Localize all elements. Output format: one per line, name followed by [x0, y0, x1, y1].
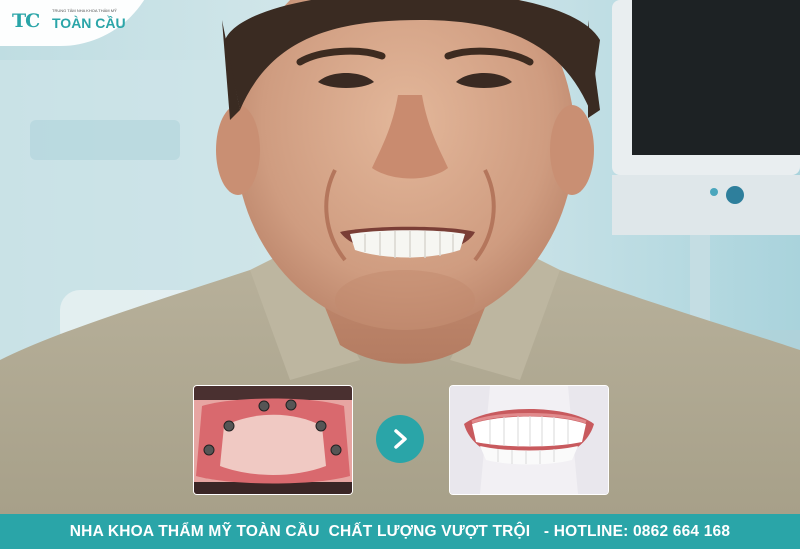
- after-photo: [449, 385, 609, 495]
- tooth-logo-icon: TC: [12, 10, 40, 32]
- hotline-banner: NHA KHOA THẨM MỸ TOÀN CẦU CHẤT LƯỢNG VƯỢ…: [0, 514, 800, 549]
- logo-tagline: TRUNG TÂM NHA KHOA THẨM MỸ: [52, 8, 117, 13]
- banner-text: NHA KHOA THẨM MỸ TOÀN CẦU CHẤT LƯỢNG VƯỢ…: [69, 522, 731, 540]
- patient-portrait: [0, 0, 800, 549]
- banner-image: TC TRUNG TÂM NHA KHOA THẨM MỸ TOÀN CẦU N…: [0, 0, 800, 549]
- brand-logo[interactable]: TC TRUNG TÂM NHA KHOA THẨM MỸ TOÀN CẦU: [0, 0, 160, 46]
- chevron-right-icon: [376, 415, 424, 463]
- logo-name: TOÀN CẦU: [52, 15, 126, 31]
- before-photo: [193, 385, 353, 495]
